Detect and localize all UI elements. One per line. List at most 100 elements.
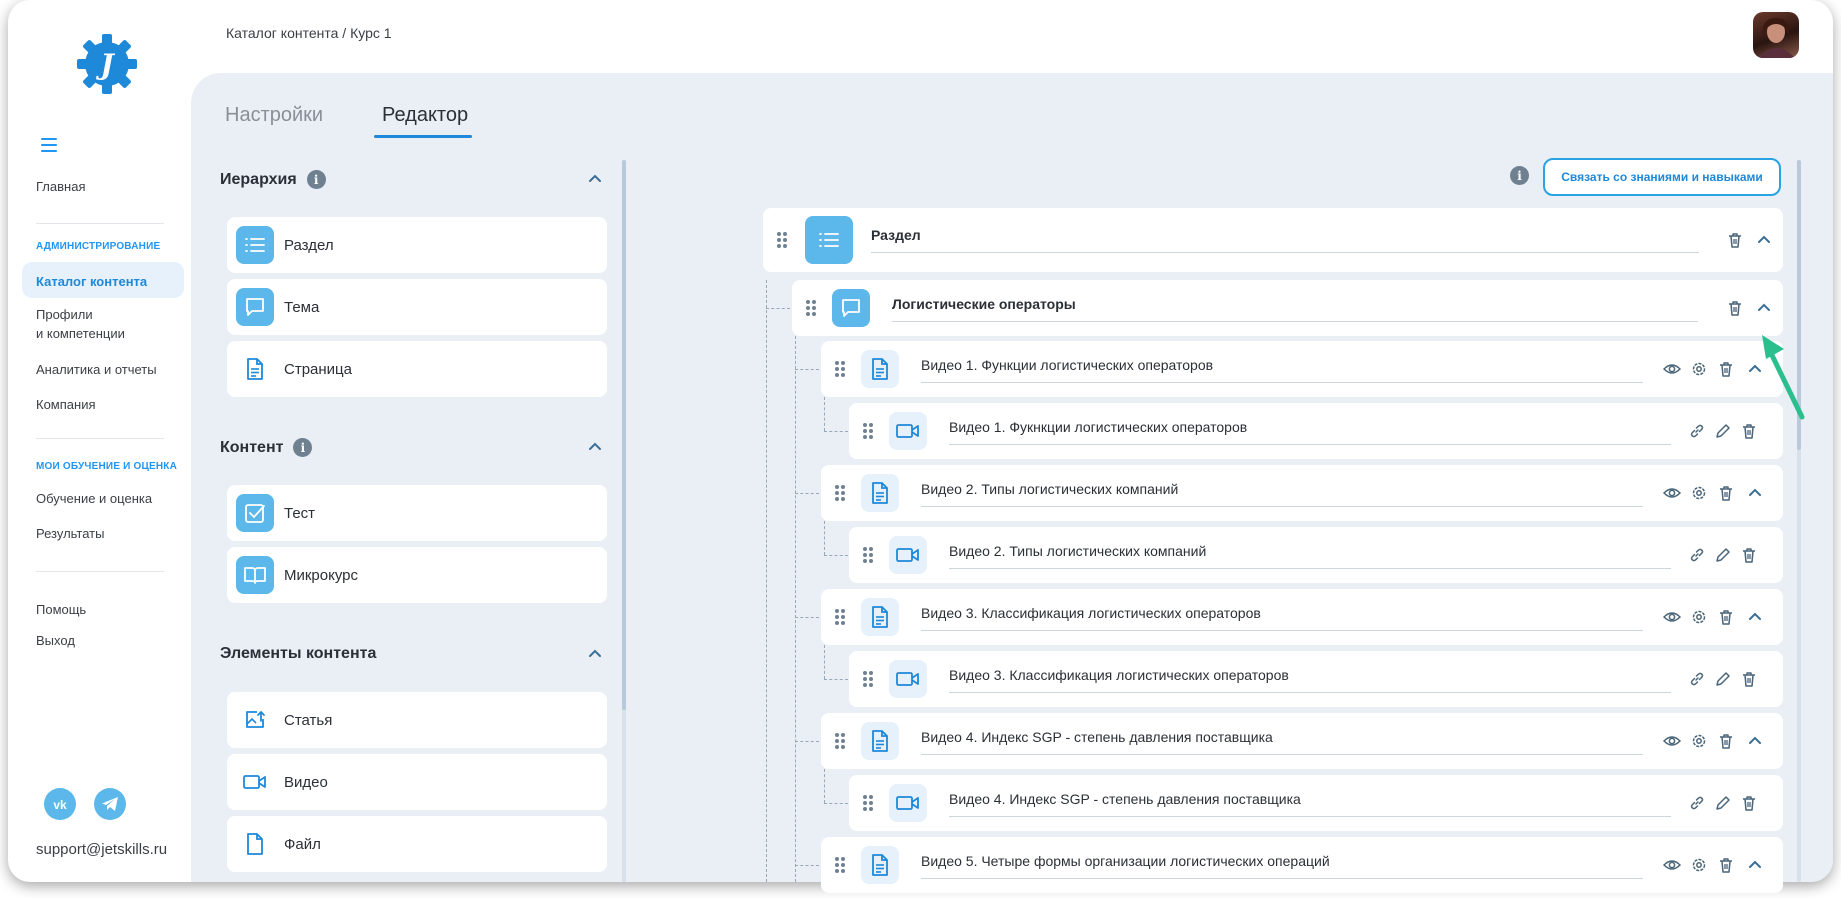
gear-icon[interactable] [1690, 608, 1708, 626]
palette-item-microcourse[interactable]: Микрокурс [227, 547, 607, 603]
tab-editor[interactable]: Редактор [382, 104, 468, 127]
trash-icon[interactable] [1726, 231, 1744, 249]
nav-home[interactable]: Главная [36, 177, 85, 196]
grip-icon[interactable] [863, 795, 873, 811]
vk-icon[interactable]: vk [44, 788, 76, 820]
info-icon[interactable]: i [306, 170, 326, 189]
tree-topic-row[interactable]: Логистические операторы [792, 280, 1783, 336]
item-title-field[interactable]: Логистические операторы [892, 296, 1698, 322]
trash-icon[interactable] [1740, 422, 1758, 440]
link-skills-button[interactable]: Связать со знаниями и навыками [1543, 158, 1781, 196]
nav-analytics[interactable]: Аналитика и отчеты [36, 360, 157, 379]
chevron-up-icon[interactable] [1746, 732, 1764, 750]
chevron-up-icon[interactable] [587, 646, 603, 662]
grip-icon[interactable] [863, 671, 873, 687]
grip-icon[interactable] [863, 423, 873, 439]
pencil-icon[interactable] [1714, 794, 1732, 812]
link-icon[interactable] [1688, 794, 1706, 812]
item-title-field[interactable]: Видео 3. Классификация логистических опе… [921, 605, 1643, 631]
grip-icon[interactable] [835, 485, 845, 501]
link-icon[interactable] [1688, 670, 1706, 688]
info-icon[interactable]: i [293, 438, 313, 457]
gear-icon[interactable] [1690, 360, 1708, 378]
tree-page-row[interactable]: Видео 3. Классификация логистических опе… [821, 589, 1783, 645]
grip-icon[interactable] [835, 361, 845, 377]
tree-video-row[interactable]: Видео 1. Фукнкции логистических оператор… [849, 403, 1783, 459]
eye-icon[interactable] [1662, 732, 1682, 750]
item-title-field[interactable]: Видео 4. Индекс SGP - степень давления п… [921, 729, 1643, 755]
chevron-up-icon[interactable] [1746, 608, 1764, 626]
grip-icon[interactable] [777, 232, 787, 248]
item-title-field[interactable]: Видео 2. Типы логистических компаний [949, 543, 1671, 569]
item-title-field[interactable]: Раздел [871, 227, 1699, 253]
tree-video-row[interactable]: Видео 4. Индекс SGP - степень давления п… [849, 775, 1783, 831]
tree-page-row[interactable]: Видео 5. Четыре формы организации логист… [821, 837, 1783, 893]
trash-icon[interactable] [1717, 484, 1735, 502]
item-title-field[interactable]: Видео 3. Классификация логистических опе… [949, 667, 1671, 693]
pencil-icon[interactable] [1714, 422, 1732, 440]
nav-company[interactable]: Компания [36, 395, 96, 414]
palette-item-article[interactable]: Статья [227, 692, 607, 748]
tree-video-row[interactable]: Видео 2. Типы логистических компаний [849, 527, 1783, 583]
palette-scrollbar-thumb[interactable] [622, 160, 626, 710]
grip-icon[interactable] [806, 300, 816, 316]
info-icon[interactable]: i [1510, 166, 1529, 185]
grip-icon[interactable] [835, 733, 845, 749]
trash-icon[interactable] [1726, 299, 1744, 317]
menu-icon[interactable] [41, 138, 57, 152]
nav-logout[interactable]: Выход [36, 631, 75, 650]
avatar[interactable] [1753, 12, 1799, 58]
item-title-field[interactable]: Видео 4. Индекс SGP - степень давления п… [949, 791, 1671, 817]
grip-icon[interactable] [863, 547, 873, 563]
pencil-icon[interactable] [1714, 546, 1732, 564]
chevron-up-icon[interactable] [1755, 299, 1773, 317]
eye-icon[interactable] [1662, 484, 1682, 502]
chevron-up-icon[interactable] [587, 439, 603, 455]
palette-item-video[interactable]: Видео [227, 754, 607, 810]
logo-gear-icon[interactable]: J [75, 32, 139, 96]
palette-item-section[interactable]: Раздел [227, 217, 607, 273]
pencil-icon[interactable] [1714, 670, 1732, 688]
trash-icon[interactable] [1717, 360, 1735, 378]
tab-settings[interactable]: Настройки [225, 104, 323, 127]
link-icon[interactable] [1688, 546, 1706, 564]
tree-section-row[interactable]: Раздел [763, 208, 1783, 272]
chevron-up-icon[interactable] [1746, 856, 1764, 874]
grip-icon[interactable] [835, 609, 845, 625]
item-title-field[interactable]: Видео 1. Фукнкции логистических оператор… [949, 419, 1671, 445]
gear-icon[interactable] [1690, 856, 1708, 874]
trash-icon[interactable] [1717, 856, 1735, 874]
item-title-field[interactable]: Видео 5. Четыре формы организации логист… [921, 853, 1643, 879]
trash-icon[interactable] [1717, 732, 1735, 750]
gear-icon[interactable] [1690, 484, 1708, 502]
trash-icon[interactable] [1740, 794, 1758, 812]
item-title-field[interactable]: Видео 1. Функции логистических операторо… [921, 357, 1643, 383]
trash-icon[interactable] [1740, 546, 1758, 564]
tree-page-row[interactable]: Видео 1. Функции логистических операторо… [821, 341, 1783, 397]
grip-icon[interactable] [835, 857, 845, 873]
palette-item-topic[interactable]: Тема [227, 279, 607, 335]
trash-icon[interactable] [1717, 608, 1735, 626]
telegram-icon[interactable] [94, 788, 126, 820]
nav-catalog[interactable]: Каталог контента [22, 262, 184, 298]
item-title-field[interactable]: Видео 2. Типы логистических компаний [921, 481, 1643, 507]
link-icon[interactable] [1688, 422, 1706, 440]
eye-icon[interactable] [1662, 608, 1682, 626]
eye-icon[interactable] [1662, 360, 1682, 378]
palette-item-test[interactable]: Тест [227, 485, 607, 541]
chevron-up-icon[interactable] [1755, 231, 1773, 249]
gear-icon[interactable] [1690, 732, 1708, 750]
trash-icon[interactable] [1740, 670, 1758, 688]
nav-learning[interactable]: Обучение и оценка [36, 489, 152, 508]
nav-profiles[interactable]: Профили и компетенции [36, 305, 125, 343]
palette-item-file[interactable]: Файл [227, 816, 607, 872]
chevron-up-icon[interactable] [587, 171, 603, 187]
chevron-up-icon[interactable] [1746, 484, 1764, 502]
tree-page-row[interactable]: Видео 4. Индекс SGP - степень давления п… [821, 713, 1783, 769]
tree-page-row[interactable]: Видео 2. Типы логистических компаний [821, 465, 1783, 521]
nav-results[interactable]: Результаты [36, 524, 104, 543]
nav-help[interactable]: Помощь [36, 600, 86, 619]
palette-item-page[interactable]: Страница [227, 341, 607, 397]
eye-icon[interactable] [1662, 856, 1682, 874]
support-email[interactable]: support@jetskills.ru [36, 841, 167, 858]
